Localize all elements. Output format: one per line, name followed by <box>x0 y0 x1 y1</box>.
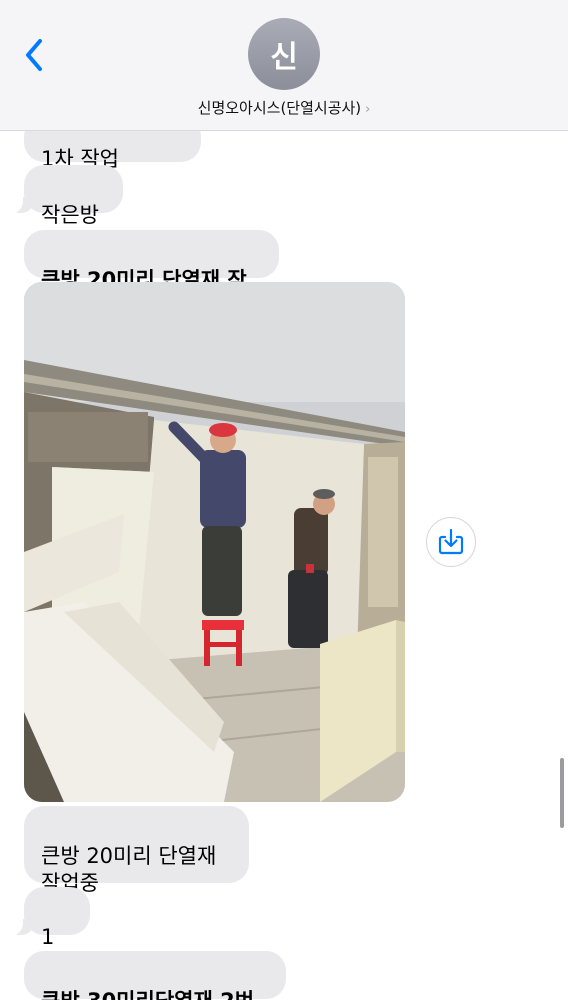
conversation-header: 신 신명오아시스(단열시공사) › <box>0 0 568 131</box>
message-bubble[interactable]: 작은방 <box>11 165 123 227</box>
bubble-tail <box>11 919 35 935</box>
contact-name: 신명오아시스(단열시공사) <box>197 99 362 117</box>
bubble-tail <box>11 197 35 213</box>
chevron-right-icon: › <box>365 102 371 117</box>
chevron-left-icon <box>26 39 42 71</box>
contact-avatar[interactable]: 신 <box>248 18 320 90</box>
message-list[interactable]: 1차 작업 작은방 큰방 20미리 단열재 작 큰방 20미리 단열재 작업중 … <box>0 131 568 1000</box>
message-bubble[interactable]: 큰방 20미리 단열재 작업중 <box>24 806 249 895</box>
message-text: 작은방 <box>41 203 99 227</box>
back-button[interactable] <box>20 36 50 74</box>
message-bubble[interactable]: 큰방 30미리단열재 2번 <box>24 951 286 1000</box>
construction-photo <box>24 282 405 802</box>
contact-name-button[interactable]: 신명오아시스(단열시공사) › <box>0 97 568 118</box>
save-download-icon <box>438 528 464 555</box>
message-bubble[interactable]: 1차 작업 <box>24 131 201 171</box>
save-photo-button[interactable] <box>426 517 476 567</box>
avatar-initial: 신 <box>270 40 298 75</box>
message-bubble[interactable]: 1차 <box>11 887 90 976</box>
scrollbar[interactable] <box>560 758 564 828</box>
message-text: 큰방 30미리단열재 2번 <box>41 989 254 1000</box>
message-bubble[interactable]: 큰방 20미리 단열재 작 <box>24 230 279 292</box>
message-photo[interactable] <box>24 282 405 802</box>
